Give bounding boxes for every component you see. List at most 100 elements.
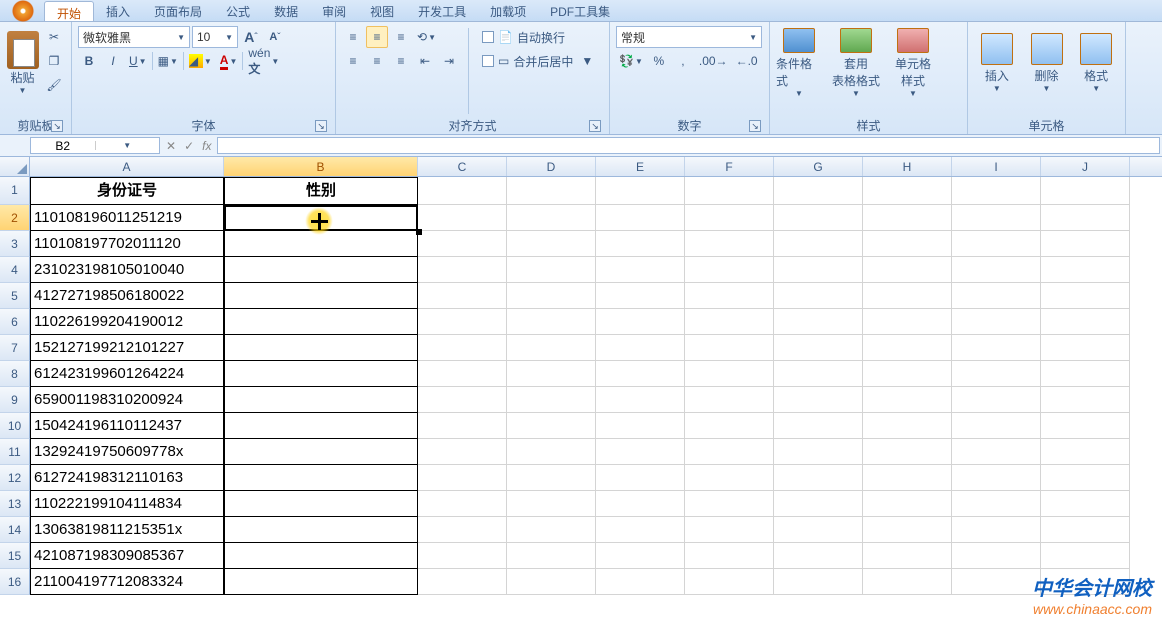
format-table-button[interactable]: 套用 表格格式▼	[826, 26, 886, 98]
format-button[interactable]: 格式▼	[1073, 26, 1119, 98]
row-header-12[interactable]: 12	[0, 465, 30, 491]
cell-B7[interactable]	[224, 335, 418, 361]
row-header-4[interactable]: 4	[0, 257, 30, 283]
formula-input[interactable]	[217, 137, 1160, 154]
row-header-13[interactable]: 13	[0, 491, 30, 517]
comma-button[interactable]: ,	[672, 50, 694, 72]
cell-B12[interactable]	[224, 465, 418, 491]
align-center-button[interactable]: ≡	[366, 50, 388, 72]
tab-insert[interactable]: 插入	[94, 0, 142, 21]
col-header-D[interactable]: D	[507, 157, 596, 176]
conditional-format-button[interactable]: 条件格式▼	[776, 26, 822, 98]
percent-button[interactable]: %	[648, 50, 670, 72]
row-header-9[interactable]: 9	[0, 387, 30, 413]
cut-button[interactable]: ✂	[43, 26, 65, 48]
font-color-button[interactable]: A▼	[217, 50, 241, 72]
italic-button[interactable]: I	[102, 50, 124, 72]
cell-A6[interactable]: 110226199204190012	[30, 309, 224, 335]
cell-B16[interactable]	[224, 569, 418, 595]
font-launcher-icon[interactable]: ↘	[315, 120, 327, 132]
cell-A10[interactable]: 150424196110112437	[30, 413, 224, 439]
col-header-C[interactable]: C	[418, 157, 507, 176]
border-button[interactable]: ▦▼	[155, 50, 181, 72]
row-header-10[interactable]: 10	[0, 413, 30, 439]
cell-A2[interactable]: 110108196011251219	[30, 205, 224, 231]
cell-B5[interactable]	[224, 283, 418, 309]
decrease-indent-button[interactable]: ⇤	[414, 50, 436, 72]
col-header-B[interactable]: B	[224, 157, 418, 176]
cell-B9[interactable]	[224, 387, 418, 413]
row-header-14[interactable]: 14	[0, 517, 30, 543]
fx-icon[interactable]: fx	[202, 139, 211, 153]
row-header-1[interactable]: 1	[0, 177, 30, 205]
cell-A4[interactable]: 231023198105010040	[30, 257, 224, 283]
bold-button[interactable]: B	[78, 50, 100, 72]
phonetic-button[interactable]: wén文▼	[245, 50, 282, 72]
decrease-decimal-button[interactable]: ←.0	[733, 50, 761, 72]
row-header-5[interactable]: 5	[0, 283, 30, 309]
cell-B14[interactable]	[224, 517, 418, 543]
cell-A3[interactable]: 110108197702011120	[30, 231, 224, 257]
col-header-I[interactable]: I	[952, 157, 1041, 176]
font-size-combo[interactable]: 10▼	[192, 26, 238, 48]
orientation-button[interactable]: ⟲▼	[414, 26, 439, 48]
underline-button[interactable]: U▼	[126, 50, 150, 72]
align-right-button[interactable]: ≡	[390, 50, 412, 72]
cell-B1[interactable]: 性别	[224, 177, 418, 205]
cell-B10[interactable]	[224, 413, 418, 439]
cell-A16[interactable]: 211004197712083324	[30, 569, 224, 595]
col-header-J[interactable]: J	[1041, 157, 1130, 176]
cell-A14[interactable]: 13063819811215351x	[30, 517, 224, 543]
tab-review[interactable]: 审阅	[310, 0, 358, 21]
cell-A7[interactable]: 152127199212101227	[30, 335, 224, 361]
tab-formulas[interactable]: 公式	[214, 0, 262, 21]
copy-button[interactable]: ❐	[43, 50, 65, 72]
format-painter-button[interactable]: 🖌	[43, 74, 65, 96]
fill-color-button[interactable]: ◢▼	[186, 50, 215, 72]
align-top-button[interactable]: ≡	[342, 26, 364, 48]
cell-A5[interactable]: 412727198506180022	[30, 283, 224, 309]
office-button[interactable]	[2, 0, 44, 22]
cell-B6[interactable]	[224, 309, 418, 335]
font-name-combo[interactable]: 微软雅黑▼	[78, 26, 190, 48]
merge-center-button[interactable]: ▭合并后居中▼	[477, 50, 598, 72]
cell-A13[interactable]: 110222199104114834	[30, 491, 224, 517]
align-launcher-icon[interactable]: ↘	[589, 120, 601, 132]
align-bottom-button[interactable]: ≡	[390, 26, 412, 48]
tab-pdf[interactable]: PDF工具集	[538, 0, 622, 21]
cell-B4[interactable]	[224, 257, 418, 283]
align-left-button[interactable]: ≡	[342, 50, 364, 72]
tab-view[interactable]: 视图	[358, 0, 406, 21]
cell-B15[interactable]	[224, 543, 418, 569]
row-header-8[interactable]: 8	[0, 361, 30, 387]
row-header-16[interactable]: 16	[0, 569, 30, 595]
col-header-F[interactable]: F	[685, 157, 774, 176]
fill-handle[interactable]	[416, 229, 422, 235]
cell-A8[interactable]: 612423199601264224	[30, 361, 224, 387]
increase-decimal-button[interactable]: .00→	[696, 50, 731, 72]
increase-indent-button[interactable]: ⇥	[438, 50, 460, 72]
row-header-11[interactable]: 11	[0, 439, 30, 465]
tab-addins[interactable]: 加载项	[478, 0, 538, 21]
row-header-15[interactable]: 15	[0, 543, 30, 569]
cell-A9[interactable]: 659001198310200924	[30, 387, 224, 413]
select-all-corner[interactable]	[0, 157, 30, 176]
cell-A15[interactable]: 421087198309085367	[30, 543, 224, 569]
cell-B11[interactable]	[224, 439, 418, 465]
cell-A1[interactable]: 身份证号	[30, 177, 224, 205]
cell-A11[interactable]: 13292419750609778x	[30, 439, 224, 465]
cell-B2[interactable]	[224, 205, 418, 231]
row-header-2[interactable]: 2	[0, 205, 30, 231]
enter-icon[interactable]: ✓	[184, 139, 194, 153]
tab-layout[interactable]: 页面布局	[142, 0, 214, 21]
tab-developer[interactable]: 开发工具	[406, 0, 478, 21]
cancel-icon[interactable]: ✕	[166, 139, 176, 153]
cell-styles-button[interactable]: 单元格 样式▼	[890, 26, 936, 98]
row-header-3[interactable]: 3	[0, 231, 30, 257]
clipboard-launcher-icon[interactable]: ↘	[51, 120, 63, 132]
accounting-button[interactable]: 💱▼	[616, 50, 646, 72]
col-header-E[interactable]: E	[596, 157, 685, 176]
tab-data[interactable]: 数据	[262, 0, 310, 21]
row-header-6[interactable]: 6	[0, 309, 30, 335]
cell-A12[interactable]: 612724198312110163	[30, 465, 224, 491]
